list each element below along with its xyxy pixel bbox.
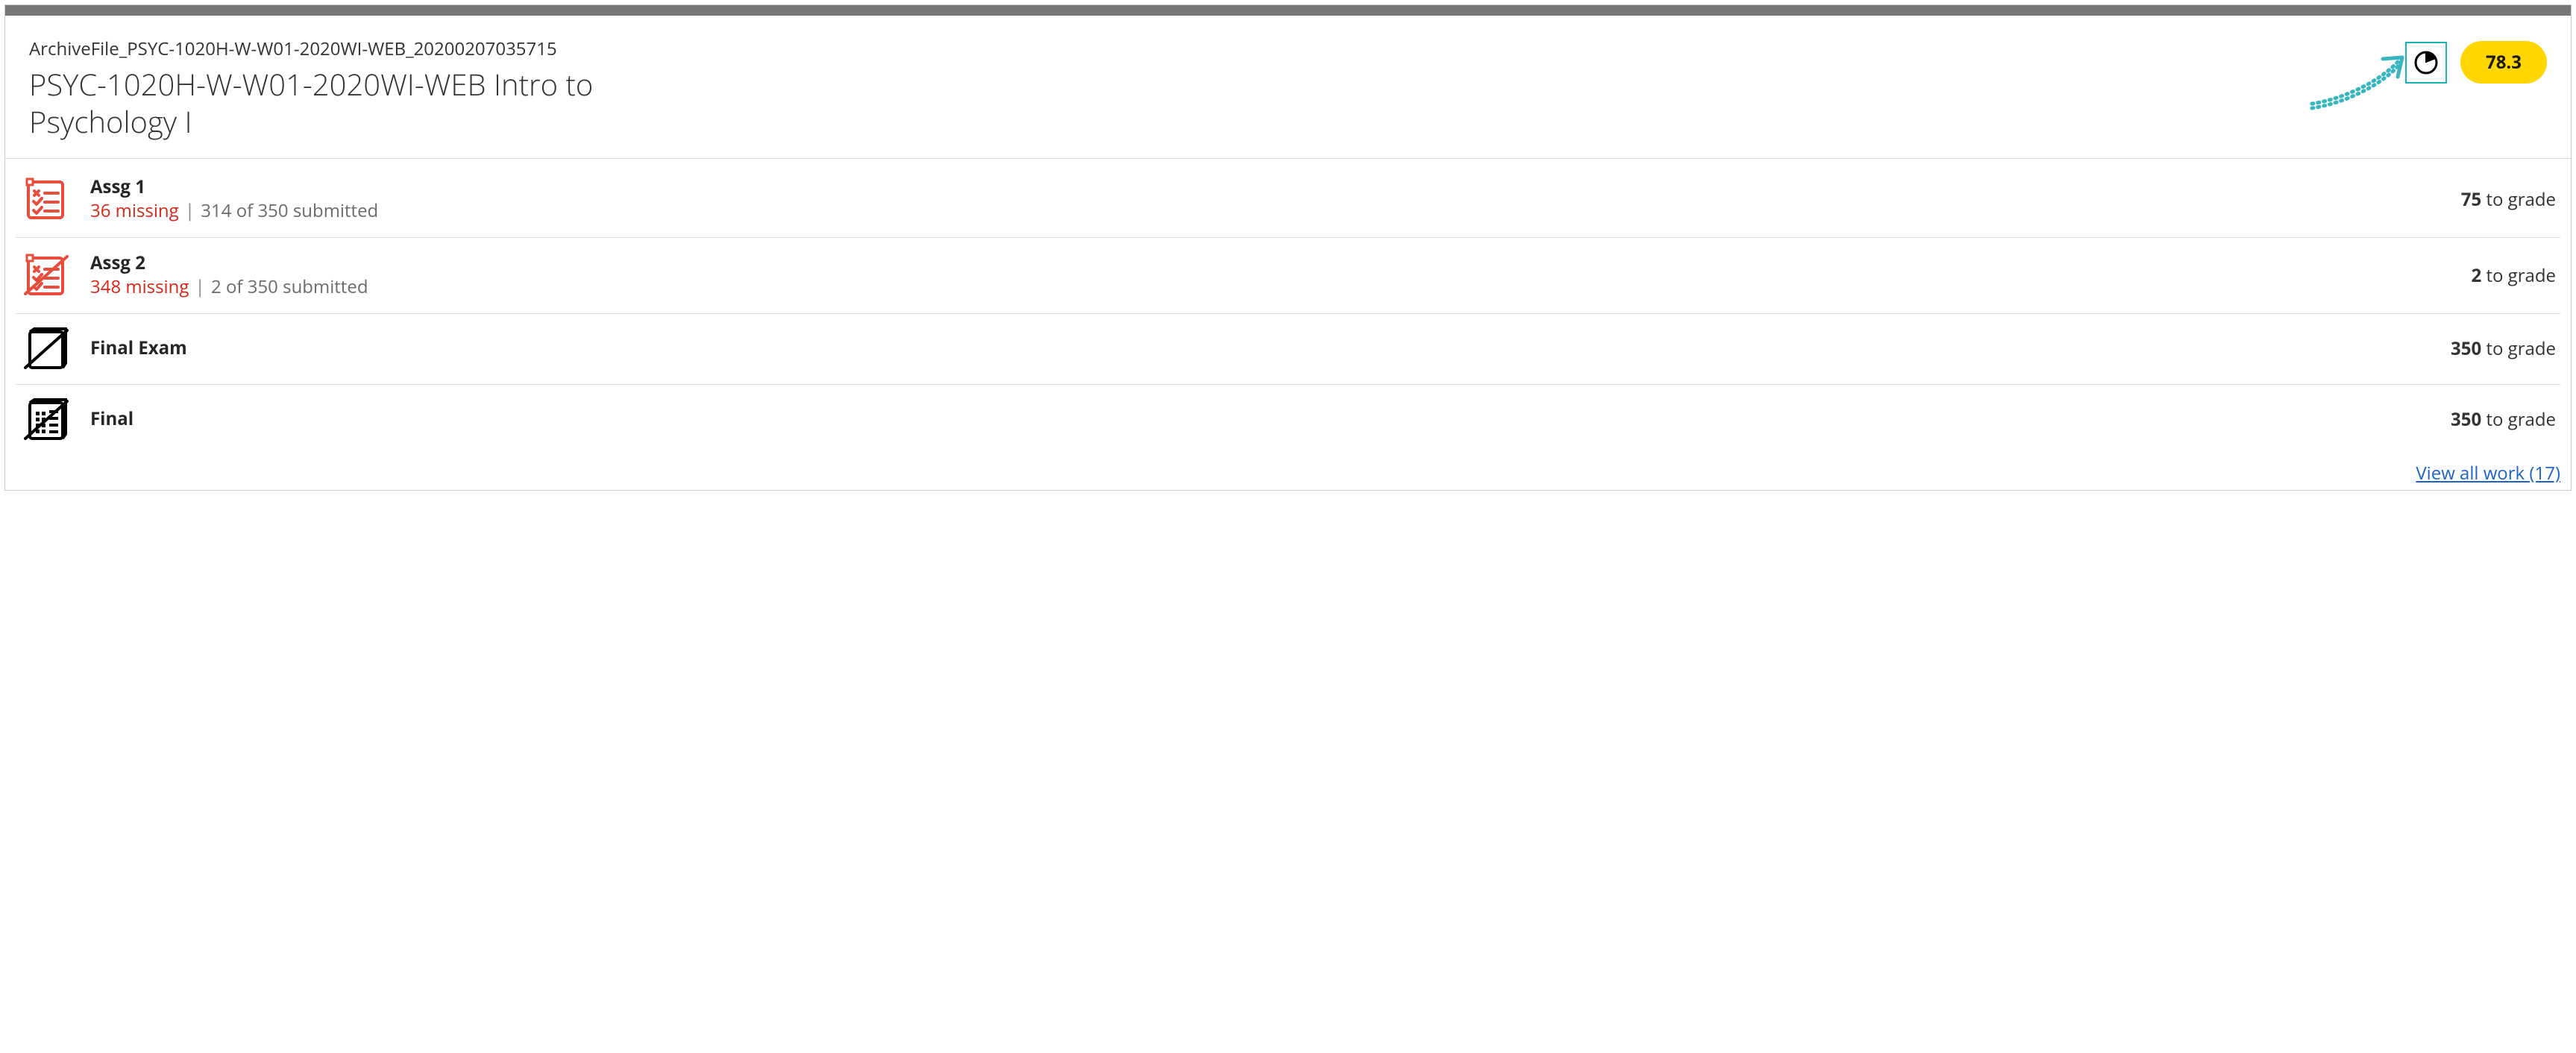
to-grade-label: to grade (2481, 407, 2556, 432)
course-header: ArchiveFile_PSYC-1020H-W-W01-2020WI-WEB_… (5, 16, 2571, 159)
submitted-count: 314 of 350 submitted (201, 198, 378, 223)
to-grade-label: to grade (2481, 187, 2556, 212)
status-divider: | (190, 274, 210, 299)
assignment-icon (20, 254, 72, 297)
assignment-text: Assg 136 missing | 314 of 350 submitted (90, 175, 2443, 224)
analytics-button[interactable] (2405, 42, 2447, 84)
assignment-row[interactable]: Final Exam 350 to grade (16, 314, 2560, 385)
overall-grade-value: 78.3 (2486, 50, 2522, 75)
assignment-status: 348 missing | 2 of 350 submitted (90, 275, 2453, 299)
assignment-text: Assg 2348 missing | 2 of 350 submitted (90, 251, 2453, 300)
to-grade-count: 350 (2451, 407, 2481, 432)
to-grade-count: 350 (2451, 336, 2481, 361)
course-titles: ArchiveFile_PSYC-1020H-W-W01-2020WI-WEB_… (29, 37, 700, 140)
to-grade-metric: 75 to grade (2461, 187, 2556, 212)
assignment-name: Final Exam (90, 336, 2433, 360)
missing-count: 348 missing (90, 274, 189, 299)
assignment-row[interactable]: Assg 136 missing | 314 of 350 submitted 7… (16, 159, 2560, 238)
to-grade-metric: 350 to grade (2451, 407, 2556, 432)
view-all-work-link[interactable]: View all work (17) (2416, 461, 2560, 485)
grid-document-icon (20, 398, 72, 441)
pie-chart-icon (2413, 49, 2440, 76)
course-title[interactable]: PSYC-1020H-W-W01-2020WI-WEB Intro to Psy… (29, 66, 700, 140)
to-grade-metric: 2 to grade (2471, 263, 2556, 288)
to-grade-count: 2 (2471, 263, 2481, 288)
annotation-arrow-icon (2308, 44, 2413, 111)
to-grade-label: to grade (2481, 263, 2556, 288)
submitted-count: 2 of 350 submitted (211, 274, 368, 299)
assignment-list: Assg 136 missing | 314 of 350 submitted 7… (5, 159, 2571, 455)
archive-filename: ArchiveFile_PSYC-1020H-W-W01-2020WI-WEB_… (29, 37, 700, 61)
assignment-row[interactable]: Assg 2348 missing | 2 of 350 submitted2 … (16, 238, 2560, 314)
assignment-status: 36 missing | 314 of 350 submitted (90, 199, 2443, 223)
assignment-icon (20, 177, 72, 221)
to-grade-metric: 350 to grade (2451, 336, 2556, 361)
document-icon (20, 327, 72, 371)
assignment-text: Final Exam (90, 336, 2433, 360)
assignment-text: Final (90, 407, 2433, 431)
overall-grade-pill[interactable]: 78.3 (2460, 41, 2547, 84)
to-grade-label: to grade (2481, 336, 2556, 361)
course-card: ArchiveFile_PSYC-1020H-W-W01-2020WI-WEB_… (4, 4, 2572, 491)
assignment-name: Assg 1 (90, 175, 2443, 199)
topbar-divider (5, 5, 2571, 16)
header-right-controls: 78.3 (2405, 37, 2547, 84)
missing-count: 36 missing (90, 198, 179, 223)
card-footer: View all work (17) (5, 455, 2571, 490)
to-grade-count: 75 (2461, 187, 2481, 212)
assignment-name: Final (90, 407, 2433, 431)
assignment-name: Assg 2 (90, 251, 2453, 275)
status-divider: | (180, 198, 200, 223)
assignment-row[interactable]: Final 350 to grade (16, 385, 2560, 455)
